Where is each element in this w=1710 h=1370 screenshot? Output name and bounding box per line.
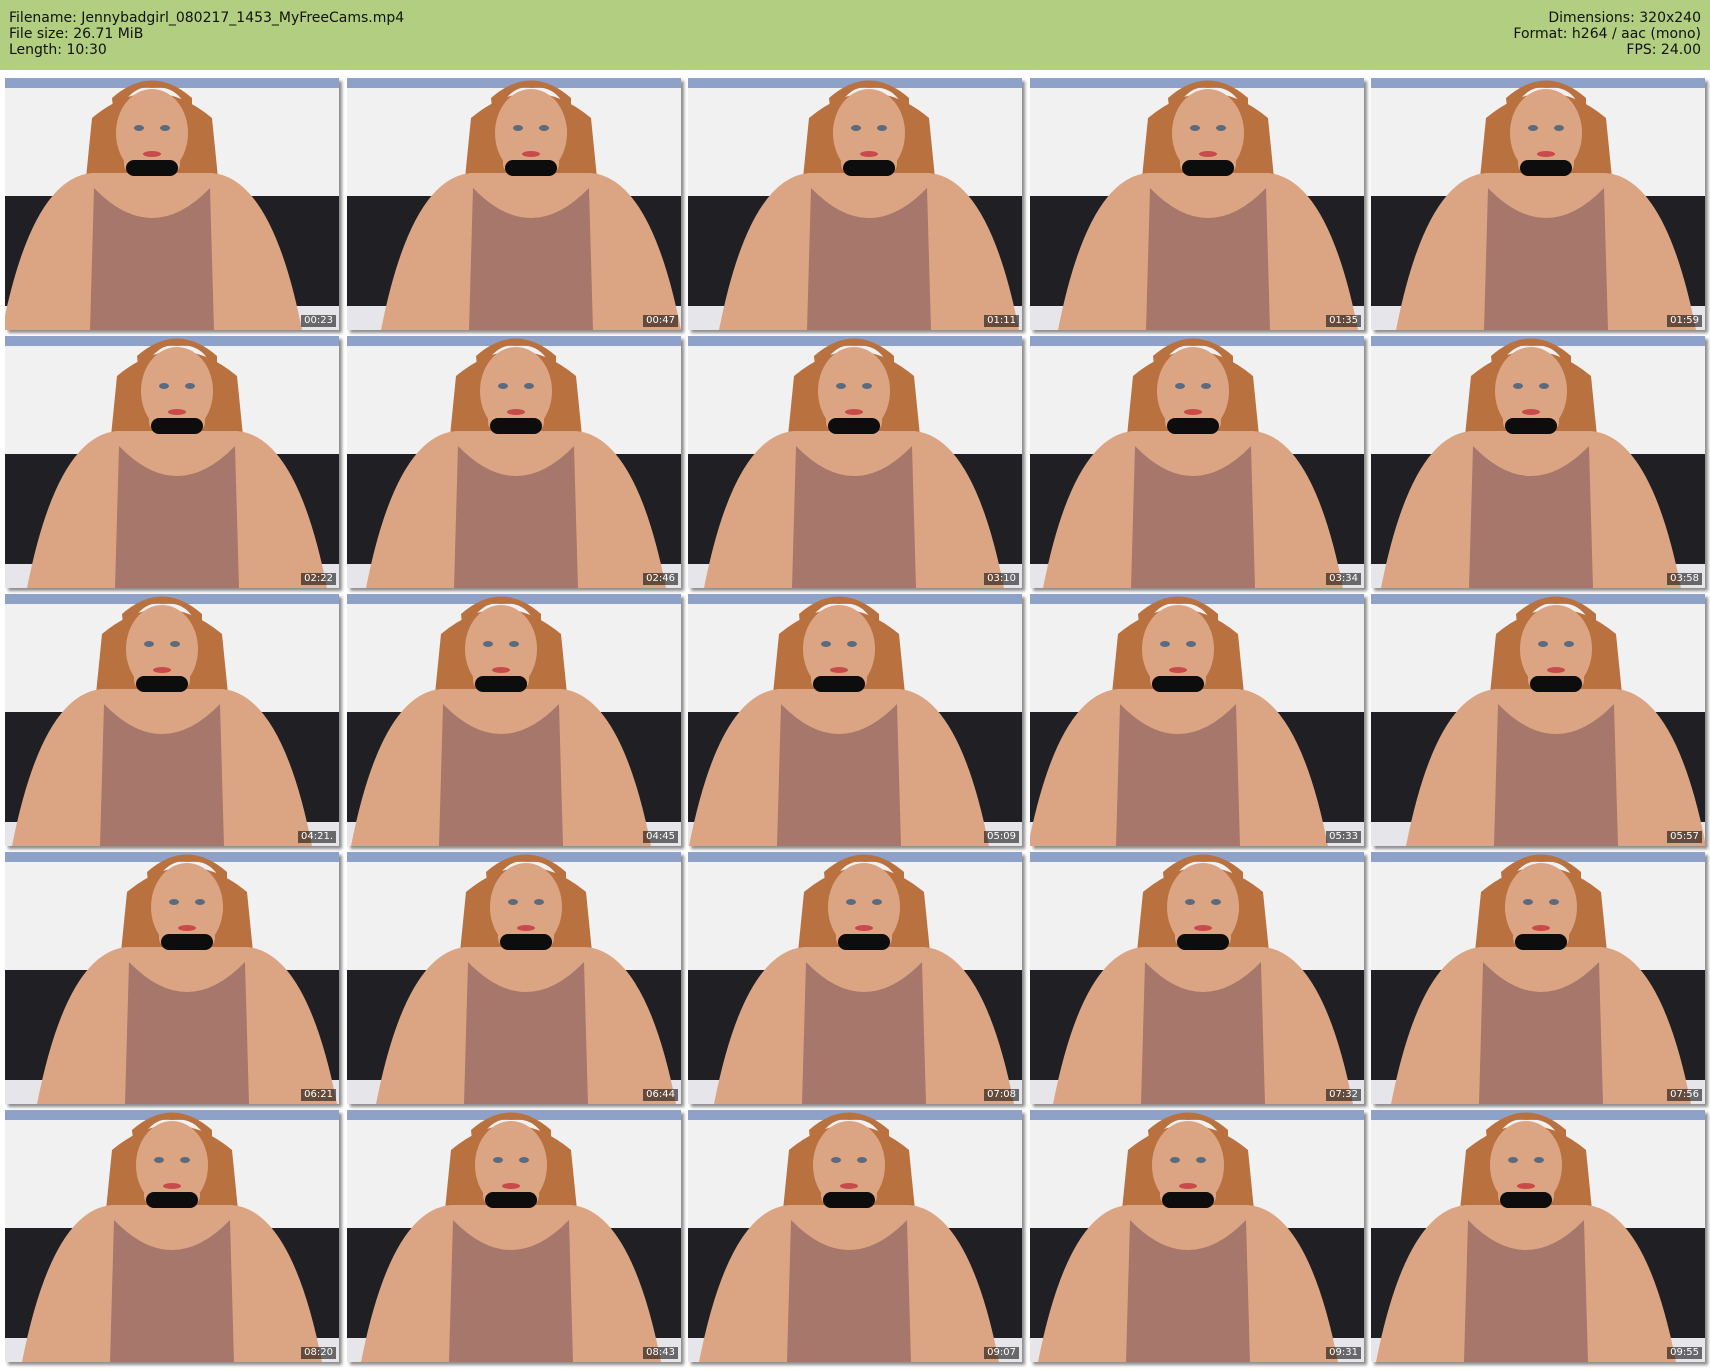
frame-image xyxy=(347,336,681,588)
timestamp-label: 01:35 xyxy=(1326,315,1361,327)
frame-image xyxy=(1030,852,1364,1104)
length-label: Length: 10:30 xyxy=(9,42,107,58)
frame-image xyxy=(1371,78,1705,330)
timestamp-label: 07:32 xyxy=(1326,1089,1361,1101)
filename-label: Filename: Jennybadgirl_080217_1453_MyFre… xyxy=(9,10,405,26)
frame-image xyxy=(688,852,1022,1104)
timestamp-label: 00:47 xyxy=(643,315,678,327)
timestamp-label: 09:31 xyxy=(1326,1347,1361,1359)
timestamp-label: 09:55 xyxy=(1667,1347,1702,1359)
timestamp-label: 03:58 xyxy=(1667,573,1702,585)
file-info: Filename: Jennybadgirl_080217_1453_MyFre… xyxy=(9,10,404,58)
timestamp-label: 00:23 xyxy=(301,315,336,327)
video-thumbnail: 03:10 xyxy=(688,336,1022,588)
frame-image xyxy=(688,336,1022,588)
timestamp-label: 03:10 xyxy=(984,573,1019,585)
frame-image xyxy=(1030,336,1364,588)
video-thumbnail: 09:31 xyxy=(1030,1110,1364,1362)
frame-image xyxy=(1371,594,1705,846)
timestamp-label: 08:20 xyxy=(301,1347,336,1359)
timestamp-label: 09:07 xyxy=(984,1347,1019,1359)
video-thumbnail: 09:07 xyxy=(688,1110,1022,1362)
video-thumbnail: 05:57 xyxy=(1371,594,1705,846)
frame-image xyxy=(1030,594,1364,846)
timestamp-label: 05:33 xyxy=(1326,831,1361,843)
frame-image xyxy=(5,594,339,846)
dimensions-label: Dimensions: 320x240 xyxy=(1548,10,1701,26)
fps-label: FPS: 24.00 xyxy=(1626,42,1701,58)
timestamp-label: 07:08 xyxy=(984,1089,1019,1101)
frame-image xyxy=(5,852,339,1104)
frame-image xyxy=(1371,1110,1705,1362)
frame-image xyxy=(1371,852,1705,1104)
video-thumbnail: 01:11 xyxy=(688,78,1022,330)
video-thumbnail: 02:22 xyxy=(5,336,339,588)
timestamp-label: 04:21. xyxy=(298,831,336,843)
frame-image xyxy=(347,78,681,330)
frame-image xyxy=(688,78,1022,330)
video-thumbnail: 07:56 xyxy=(1371,852,1705,1104)
frame-image xyxy=(5,336,339,588)
timestamp-label: 02:22 xyxy=(301,573,336,585)
frame-image xyxy=(1371,336,1705,588)
timestamp-label: 02:46 xyxy=(643,573,678,585)
video-thumbnail: 04:21. xyxy=(5,594,339,846)
timestamp-label: 04:45 xyxy=(643,831,678,843)
video-thumbnail: 03:34 xyxy=(1030,336,1364,588)
frame-image xyxy=(347,1110,681,1362)
frame-image xyxy=(1030,1110,1364,1362)
video-thumbnail: 06:21 xyxy=(5,852,339,1104)
video-thumbnail: 07:32 xyxy=(1030,852,1364,1104)
video-thumbnail: 08:43 xyxy=(347,1110,681,1362)
filesize-label: File size: 26.71 MiB xyxy=(9,26,144,42)
format-label: Format: h264 / aac (mono) xyxy=(1513,26,1701,42)
video-thumbnail: 06:44 xyxy=(347,852,681,1104)
timestamp-label: 05:09 xyxy=(984,831,1019,843)
timestamp-label: 06:21 xyxy=(301,1089,336,1101)
frame-image xyxy=(5,78,339,330)
timestamp-label: 06:44 xyxy=(643,1089,678,1101)
video-thumbnail: 00:47 xyxy=(347,78,681,330)
video-thumbnail: 01:59 xyxy=(1371,78,1705,330)
frame-image xyxy=(688,594,1022,846)
frame-image xyxy=(347,852,681,1104)
info-header: Filename: Jennybadgirl_080217_1453_MyFre… xyxy=(0,0,1710,70)
video-thumbnail: 05:09 xyxy=(688,594,1022,846)
video-thumbnail: 09:55 xyxy=(1371,1110,1705,1362)
video-thumbnail: 07:08 xyxy=(688,852,1022,1104)
video-thumbnail: 02:46 xyxy=(347,336,681,588)
timestamp-label: 03:34 xyxy=(1326,573,1361,585)
frame-image xyxy=(347,594,681,846)
video-thumbnail: 03:58 xyxy=(1371,336,1705,588)
timestamp-label: 01:59 xyxy=(1667,315,1702,327)
timestamp-label: 08:43 xyxy=(643,1347,678,1359)
timestamp-label: 01:11 xyxy=(984,315,1019,327)
frame-image xyxy=(688,1110,1022,1362)
video-thumbnail: 04:45 xyxy=(347,594,681,846)
video-thumbnail: 01:35 xyxy=(1030,78,1364,330)
timestamp-label: 07:56 xyxy=(1667,1089,1702,1101)
video-thumbnail: 05:33 xyxy=(1030,594,1364,846)
video-info: Dimensions: 320x240 Format: h264 / aac (… xyxy=(1513,10,1701,58)
frame-image xyxy=(5,1110,339,1362)
frame-image xyxy=(1030,78,1364,330)
video-thumbnail: 00:23 xyxy=(5,78,339,330)
video-thumbnail: 08:20 xyxy=(5,1110,339,1362)
timestamp-label: 05:57 xyxy=(1667,831,1702,843)
